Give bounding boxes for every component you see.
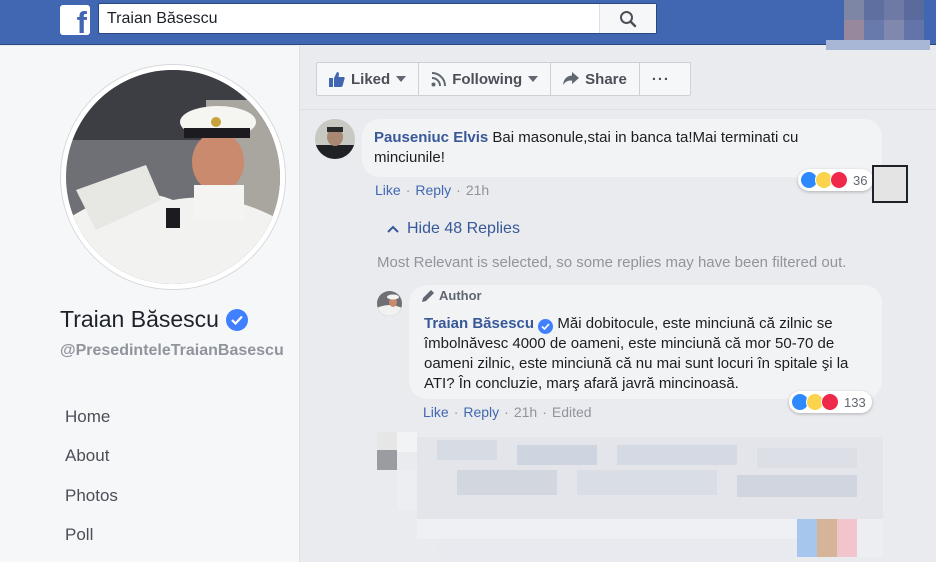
- profile-photo: [66, 70, 280, 284]
- facebook-logo-icon[interactable]: f: [60, 5, 90, 38]
- search-icon: [620, 10, 637, 27]
- hide-replies-label: Hide 48 Replies: [407, 220, 520, 237]
- filtered-notice: Most Relevant is selected, so some repli…: [377, 254, 847, 271]
- chevron-up-icon: [387, 225, 399, 233]
- verified-badge-icon: [538, 319, 554, 334]
- separator-dot: ·: [456, 182, 461, 198]
- reply-edited-label: Edited: [551, 404, 592, 420]
- commenter-avatar[interactable]: [315, 119, 355, 159]
- following-label: Following: [452, 70, 523, 88]
- comment-reply-link[interactable]: Reply: [415, 182, 451, 198]
- following-button[interactable]: Following: [419, 63, 552, 95]
- liked-button[interactable]: Liked: [317, 63, 420, 95]
- share-arrow-icon: [563, 72, 580, 85]
- thumbs-up-icon: [329, 71, 345, 87]
- reply-time[interactable]: 21h: [514, 404, 537, 420]
- top-bar: f: [0, 0, 936, 50]
- reply-author[interactable]: Traian Băsescu: [424, 315, 534, 332]
- section-divider: [300, 109, 936, 110]
- search-input[interactable]: [99, 4, 599, 33]
- page-handle[interactable]: @PresedinteleTraianBasescu: [60, 341, 290, 361]
- reply-author-avatar[interactable]: [377, 291, 402, 316]
- redacted-box: [872, 165, 908, 203]
- reply-like-link[interactable]: Like: [423, 404, 449, 420]
- comment-time[interactable]: 21h: [466, 182, 489, 198]
- search-box: [98, 3, 657, 34]
- more-dots-icon: ···: [651, 70, 670, 88]
- rss-icon: [431, 71, 447, 86]
- reply-reply-link[interactable]: Reply: [463, 404, 499, 420]
- comment-author[interactable]: Pauseniuc Elvis: [374, 129, 488, 146]
- page-name[interactable]: Traian Băsescu: [60, 306, 219, 333]
- more-options-button[interactable]: ···: [640, 63, 682, 95]
- page-title[interactable]: Traian Băsescu: [60, 306, 248, 333]
- pencil-icon: [422, 289, 434, 302]
- chevron-down-icon: [528, 76, 539, 82]
- search-button[interactable]: [599, 4, 656, 33]
- love-reaction-icon: [821, 393, 839, 411]
- comment-meta: Like · Reply · 21h: [375, 182, 489, 198]
- page-action-buttons: Liked Following Share ···: [316, 62, 691, 96]
- separator-dot: ·: [542, 404, 547, 420]
- love-reaction-icon: [830, 171, 848, 189]
- share-label: Share: [585, 70, 627, 88]
- author-badge-label: Author: [439, 288, 482, 303]
- comment-reactions[interactable]: 36: [798, 169, 874, 191]
- separator-dot: ·: [405, 182, 411, 198]
- comment-like-link[interactable]: Like: [375, 182, 401, 198]
- profile-picture[interactable]: [61, 65, 285, 289]
- page-sidebar: Traian Băsescu @PresedinteleTraianBasesc…: [0, 46, 300, 562]
- author-badge: Author: [421, 288, 482, 303]
- separator-dot: ·: [453, 404, 459, 420]
- comment-reaction-count: 36: [853, 172, 868, 188]
- reply-meta: Like · Reply · 21h · Edited: [423, 404, 592, 420]
- nav-item-about[interactable]: About: [65, 446, 109, 466]
- reply-reaction-count: 133: [844, 394, 866, 410]
- verified-badge-icon: [225, 308, 248, 331]
- reply-reactions[interactable]: 133: [789, 391, 872, 413]
- share-button[interactable]: Share: [551, 63, 640, 95]
- nav-item-poll[interactable]: Poll: [65, 525, 93, 545]
- hide-replies-toggle[interactable]: Hide 48 Replies: [387, 220, 520, 238]
- comment-bubble: Pauseniuc Elvis Bai masonule,stai in ban…: [362, 119, 882, 177]
- chevron-down-icon: [396, 76, 407, 82]
- nav-item-home[interactable]: Home: [65, 407, 110, 427]
- separator-dot: ·: [504, 404, 509, 420]
- liked-label: Liked: [351, 70, 391, 88]
- nav-item-photos[interactable]: Photos: [65, 486, 118, 506]
